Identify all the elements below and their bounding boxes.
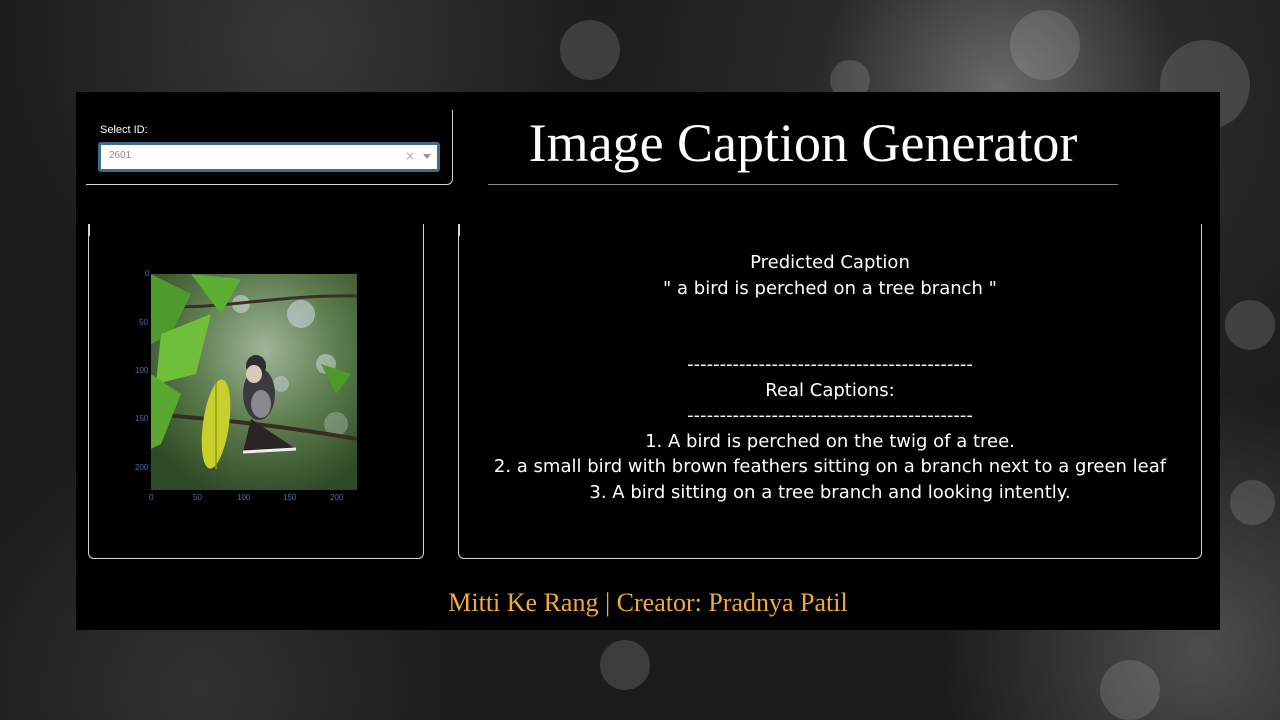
background-bokeh — [1225, 300, 1275, 350]
creator-footer: Mitti Ke Rang | Creator: Pradnya Patil — [448, 588, 848, 617]
selected-id-value: 2601 — [109, 150, 132, 161]
background-bokeh — [1010, 10, 1080, 80]
real-captions-heading: Real Captions: — [765, 379, 895, 401]
chevron-down-icon[interactable] — [423, 154, 431, 159]
bird-image-plot — [151, 274, 357, 490]
real-caption-item: 1. A bird is perched on the twig of a tr… — [645, 430, 1015, 452]
app-panel: Select ID: 2601 × Image Caption Generato… — [76, 92, 1220, 630]
divider-line: ----------------------------------------… — [687, 354, 973, 375]
caption-text-block: Predicted Caption " a bird is perched on… — [459, 250, 1201, 505]
y-tick: 100 — [135, 366, 149, 375]
y-tick: 150 — [135, 414, 149, 423]
x-tick: 100 — [237, 493, 251, 502]
divider-line: ----------------------------------------… — [687, 405, 973, 426]
background-bokeh — [560, 20, 620, 80]
y-tick: 50 — [139, 318, 148, 327]
bird-image — [151, 274, 357, 490]
background-bokeh — [1100, 660, 1160, 720]
real-caption-item: 2. a small bird with brown feathers sitt… — [493, 456, 1167, 477]
select-id-label: Select ID: — [100, 124, 148, 136]
caption-card: Predicted Caption " a bird is perched on… — [458, 224, 1202, 559]
id-dropdown[interactable]: 2601 × — [98, 142, 440, 172]
predicted-caption-heading: Predicted Caption — [750, 252, 910, 273]
x-tick: 0 — [149, 493, 154, 502]
clear-icon[interactable]: × — [405, 149, 415, 163]
background-bokeh — [1230, 480, 1275, 525]
y-tick: 0 — [145, 269, 150, 278]
x-tick: 50 — [193, 493, 202, 502]
page-title: Image Caption Generator — [528, 113, 1078, 173]
id-selector-card: Select ID: 2601 × — [86, 110, 453, 185]
x-tick: 150 — [283, 493, 297, 502]
predicted-caption-text: " a bird is perched on a tree branch " — [663, 277, 997, 299]
title-divider — [488, 184, 1118, 185]
y-tick: 200 — [135, 463, 149, 472]
real-caption-item: 3. A bird sitting on a tree branch and l… — [589, 481, 1071, 503]
background-bokeh — [600, 640, 650, 690]
image-card: 0 50 100 150 200 0 50 100 150 200 — [88, 224, 424, 559]
x-tick: 200 — [330, 493, 344, 502]
